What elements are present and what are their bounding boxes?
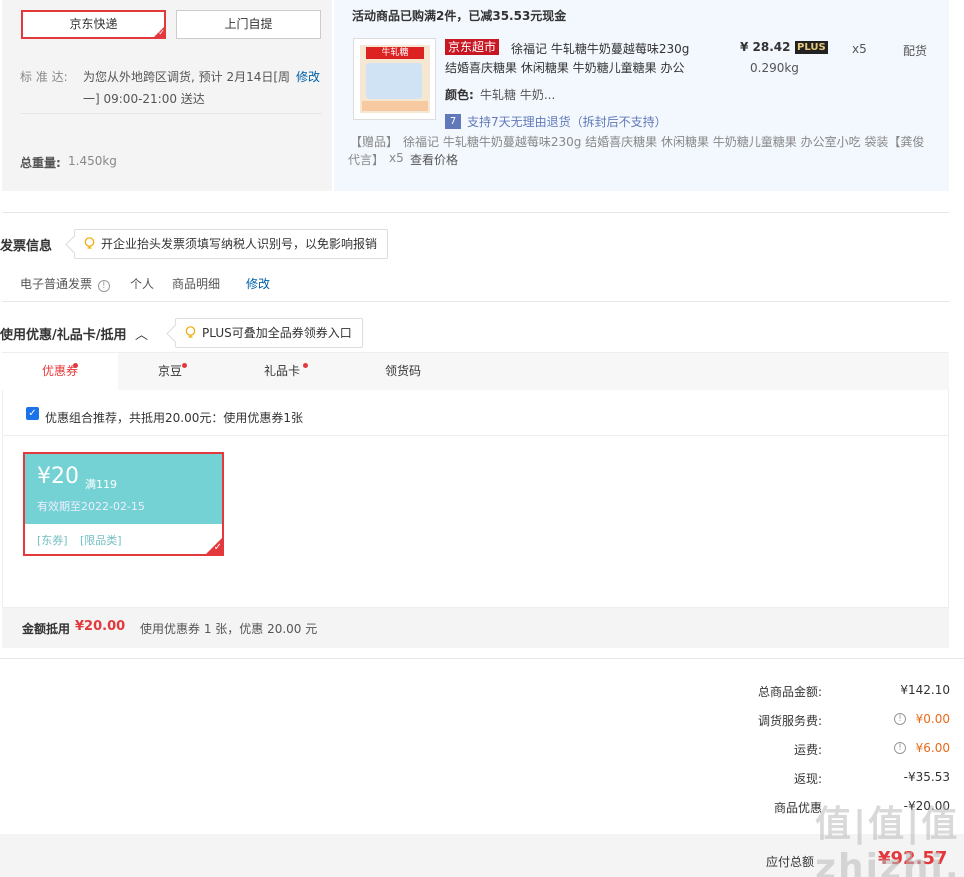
seven-day-return-icon: 7 — [445, 114, 461, 129]
invoice-person: 个人 — [130, 277, 155, 291]
info-icon[interactable]: ! — [894, 742, 906, 754]
gift-label: 【赠品】 — [350, 135, 399, 149]
row-value: ¥0.00 — [915, 712, 950, 726]
product-price: ¥ 28.42 — [740, 40, 791, 54]
row-label: 运费: — [793, 743, 822, 757]
tab-gift-card[interactable]: 礼品卡 — [222, 353, 342, 391]
new-dot — [182, 363, 187, 368]
weight-label: 总重量: — [20, 156, 61, 170]
gift-text: 徐福记 牛轧糖牛奶蔓越莓味230g 结婚喜庆糖果 休闲糖果 牛奶糖儿童糖果 办公… — [403, 135, 925, 149]
jd-supermarket-badge: 京东超市 — [445, 39, 500, 55]
coupon-tag-jd: [东券] — [37, 534, 68, 547]
product-qty: x5 — [852, 42, 867, 56]
total-goods-row: 总商品金额: ¥142.10 — [650, 683, 950, 703]
coupon-card-top: ¥20 满119 有效期至2022-02-15 — [25, 454, 222, 524]
invoice-tip: 开企业抬头发票须填写纳税人识别号，以免影响报销 — [74, 229, 389, 259]
row-label: 商品优惠 — [773, 801, 822, 815]
coupon-valid: 有效期至2022-02-15 — [37, 500, 145, 513]
weight-value: 1.450kg — [68, 154, 117, 168]
chevron-up-icon: ︿ — [135, 328, 149, 343]
ship-option-label: 京东快递 — [69, 17, 118, 31]
row-value: -¥35.53 — [903, 770, 950, 784]
tab-label: 领货码 — [384, 364, 421, 378]
payable-label: 应付总额 — [766, 855, 815, 869]
tab-label: 京豆 — [157, 364, 182, 378]
product-image[interactable]: 牛轧糖 — [353, 38, 436, 120]
lightbulb-icon — [185, 326, 196, 338]
invoice-tip-text: 开企业抬头发票须填写纳税人识别号，以免影响报销 — [101, 237, 378, 251]
product-weight: 0.290kg — [750, 61, 799, 75]
summary-label: 金额抵用 — [22, 622, 71, 636]
divider — [0, 658, 964, 659]
product-image-text: 牛轧糖 — [366, 47, 424, 59]
invoice-detail: 商品明细 — [172, 277, 221, 291]
new-dot — [73, 363, 78, 368]
coupon-section-title[interactable]: 使用优惠/礼品卡/抵用 ︿ — [0, 324, 148, 343]
shipping-fee-row: 运费: ! ¥6.00 — [650, 741, 950, 761]
cashback-row: 返现: -¥35.53 — [650, 770, 950, 790]
payable-value: ¥92.57 — [878, 848, 948, 869]
divider — [3, 435, 948, 436]
divider — [2, 301, 949, 302]
coupon-amount: ¥20 — [37, 464, 79, 489]
ship-option-jd-express[interactable]: 京东快递 ✓ — [21, 10, 166, 39]
invoice-modify-link[interactable]: 修改 — [246, 275, 270, 292]
recommend-checkbox[interactable]: ✓ — [26, 407, 39, 420]
stock-status: 配货 — [903, 44, 928, 58]
return-policy-text: 支持7天无理由退货（拆封后不支持） — [467, 115, 667, 129]
ship-option-label: 上门自提 — [224, 17, 273, 31]
ship-option-self-pickup[interactable]: 上门自提 — [176, 10, 321, 39]
row-label: 调货服务费: — [757, 714, 822, 728]
summary-text: 使用优惠券 1 张，优惠 20.00 元 — [140, 622, 318, 636]
gift-text-2: 代言】 — [348, 153, 385, 167]
summary-value: ¥20.00 — [75, 619, 126, 634]
tab-jd-beans[interactable]: 京豆 — [118, 353, 222, 391]
invoice-type: 电子普通发票 ! — [20, 275, 110, 292]
coupon-summary-bar: 金额抵用 ¥20.00 使用优惠券 1 张，优惠 20.00 元 — [2, 608, 949, 648]
plus-coupon-tip[interactable]: PLUS可叠加全品券领券入口 — [175, 318, 363, 348]
row-value: ¥142.10 — [900, 683, 950, 697]
invoice-title: 发票信息 — [0, 239, 53, 254]
divider — [2, 212, 949, 213]
row-label: 总商品金额: — [757, 685, 822, 699]
standard-text-1: 为您从外地跨区调货, 预计 2月14日[周 — [83, 70, 291, 84]
row-label: 返现: — [793, 772, 822, 786]
promo-headline: 活动商品已购满2件，已减35.53元现金 — [352, 9, 567, 23]
recommend-text: 优惠组合推荐，共抵用20.00元：使用优惠券1张 — [45, 411, 303, 425]
plus-badge: PLUS — [795, 41, 828, 54]
transfer-fee-row: 调货服务费: ! ¥0.00 — [650, 712, 950, 732]
new-dot — [303, 363, 308, 368]
standard-label: 标 准 达: — [20, 70, 68, 84]
coupon-card[interactable]: ¥20 满119 有效期至2022-02-15 [东券] [限品类] ✓ — [23, 452, 224, 556]
modify-delivery-link[interactable]: 修改 — [296, 68, 320, 85]
coupon-tabs: 优惠券 京豆 礼品卡 领货码 — [2, 352, 949, 392]
color-label: 颜色: — [445, 88, 474, 102]
info-icon[interactable]: ! — [97, 280, 110, 292]
view-gift-price-link[interactable]: 查看价格 — [410, 151, 458, 168]
divider — [20, 113, 322, 114]
plus-coupon-tip-text: PLUS可叠加全品券领券入口 — [202, 326, 352, 340]
row-value: ¥6.00 — [915, 741, 950, 755]
color-value: 牛轧糖 牛奶... — [480, 88, 556, 102]
row-value: -¥20.00 — [903, 799, 950, 813]
selected-check-icon: ✓ — [204, 536, 224, 556]
lightbulb-icon — [84, 237, 95, 249]
shipping-panel: 京东快递 ✓ 上门自提 标 准 达: 为您从外地跨区调货, 预计 2月14日[周… — [2, 0, 332, 191]
product-title-line2[interactable]: 结婚喜庆糖果 休闲糖果 牛奶糖儿童糖果 办公 — [445, 59, 684, 76]
product-discount-row: 商品优惠 -¥20.00 — [650, 799, 950, 819]
tab-coupons[interactable]: 优惠券 — [2, 353, 118, 392]
info-icon[interactable]: ! — [894, 713, 906, 725]
coupon-tag-category: [限品类] — [80, 534, 122, 547]
tab-redeem-code[interactable]: 领货码 — [342, 353, 464, 391]
promo-panel: 活动商品已购满2件，已减35.53元现金 牛轧糖 京东超市 徐福记 牛轧糖牛奶蔓… — [334, 0, 949, 191]
selected-check-icon: ✓ — [152, 25, 166, 39]
product-title-line1[interactable]: 徐福记 牛轧糖牛奶蔓越莓味230g — [511, 40, 689, 57]
tab-label: 礼品卡 — [263, 364, 300, 378]
coupon-condition: 满119 — [85, 478, 117, 491]
gift-qty: x5 — [389, 151, 404, 165]
standard-text-2: 一] 09:00-21:00 送达 — [83, 92, 205, 106]
payable-bar: 应付总额 ¥92.57 — [0, 834, 964, 877]
